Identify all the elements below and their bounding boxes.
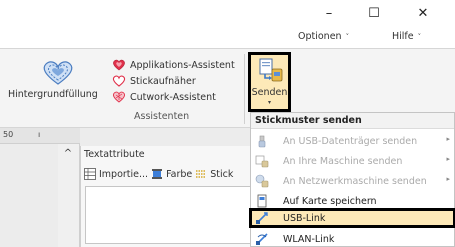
applikations-assistent-button[interactable]: Applikations-Assistent	[112, 57, 235, 73]
menu-bar: Optionen ˅ Hilfe ˅	[0, 28, 455, 48]
window-title-bar: – ☐ ✕	[0, 0, 455, 28]
machine-icon	[255, 155, 269, 168]
card-icon	[257, 194, 267, 208]
import-table-icon	[84, 168, 96, 180]
wlan-link-icon	[256, 233, 268, 245]
stitch-label: Stick	[210, 168, 234, 180]
import-button[interactable]: Importie...	[84, 168, 148, 180]
import-label: Importie...	[99, 168, 149, 180]
ribbon-group-label: Assistenten	[134, 111, 190, 122]
menu-item-label: An Netzwerkmaschine senden	[283, 175, 427, 187]
menu-help[interactable]: Hilfe ˅	[392, 31, 421, 42]
textattribute-panel: Textattribute Importie... Farbe Stick	[80, 146, 260, 247]
ruler-value: 50	[3, 130, 14, 139]
heart-outline-icon	[112, 75, 126, 87]
panel-title: Textattribute	[84, 149, 145, 160]
assistant-label: Applikations-Assistent	[130, 59, 235, 71]
stickaufnaeher-button[interactable]: Stickaufnäher	[112, 73, 235, 89]
maximize-button[interactable]: ☐	[359, 4, 389, 24]
panel-content	[85, 186, 257, 244]
menu-item-label: WLAN-Link	[283, 233, 335, 245]
stitch-icon	[196, 170, 207, 178]
menu-help-label: Hilfe	[392, 31, 414, 42]
network-machine-icon	[255, 174, 269, 188]
chevron-down-icon: ˅	[417, 33, 422, 41]
heart-background-icon	[43, 61, 73, 85]
menu-item-usb-drive[interactable]: An USB-Datenträger senden ▸	[251, 131, 454, 151]
assistant-label: Stickaufnäher	[130, 75, 196, 87]
menu-item-label: An USB-Datenträger senden	[283, 135, 418, 147]
usb-link-icon	[256, 212, 268, 224]
thread-spool-icon	[152, 169, 163, 179]
minimize-button[interactable]: –	[314, 4, 344, 24]
menu-item-label: An Ihre Maschine senden	[283, 155, 403, 167]
stitch-button[interactable]: Stick	[195, 168, 233, 180]
send-to-machine-icon	[259, 58, 283, 82]
ruler: 50 ı	[0, 128, 80, 144]
scroll-up-icon[interactable]: ^	[58, 148, 78, 159]
heart-cutwork-icon	[113, 91, 125, 103]
color-button[interactable]: Farbe	[151, 168, 192, 180]
assistant-list: Applikations-Assistent Stickaufnäher Cut…	[112, 57, 235, 105]
panel-toolbar: Importie... Farbe Stick	[81, 164, 261, 184]
senden-dropdown-menu: Stickmuster senden An USB-Datenträger se…	[249, 112, 455, 247]
dropdown-header: Stickmuster senden	[251, 113, 454, 129]
assistant-label: Cutwork-Assistent	[130, 91, 216, 103]
cutwork-assistent-button[interactable]: Cutwork-Assistent	[112, 89, 235, 105]
senden-button[interactable]: Senden ▾	[248, 52, 291, 112]
menu-item-wlan-link[interactable]: WLAN-Link	[251, 229, 454, 247]
menu-options[interactable]: Optionen ˅	[298, 31, 349, 42]
menu-item-your-machine[interactable]: An Ihre Maschine senden ▸	[251, 151, 454, 171]
menu-item-usb-link[interactable]: USB-Link	[249, 208, 455, 228]
ruler-tick: ı	[38, 130, 41, 139]
menu-item-label: Auf Karte speichern	[283, 195, 377, 207]
chevron-down-icon: ▾	[267, 99, 271, 106]
chevron-down-icon: ˅	[345, 33, 350, 41]
submenu-arrow-icon: ▸	[446, 175, 450, 183]
menu-item-network-machine[interactable]: An Netzwerkmaschine senden ▸	[251, 171, 454, 191]
usb-drive-icon	[258, 135, 266, 148]
senden-label: Senden	[251, 87, 288, 98]
vertical-scrollbar[interactable]: ^	[58, 144, 80, 247]
color-label: Farbe	[166, 168, 193, 180]
submenu-arrow-icon: ▸	[446, 155, 450, 163]
ribbon-group-divider	[244, 54, 245, 124]
menu-item-label: USB-Link	[283, 212, 326, 224]
menu-options-label: Optionen	[298, 31, 342, 42]
submenu-arrow-icon: ▸	[446, 135, 450, 143]
close-button[interactable]: ✕	[408, 4, 438, 24]
heart-filled-icon	[113, 59, 125, 71]
hintergrund-label: Hintergrundfüllung	[8, 89, 98, 100]
